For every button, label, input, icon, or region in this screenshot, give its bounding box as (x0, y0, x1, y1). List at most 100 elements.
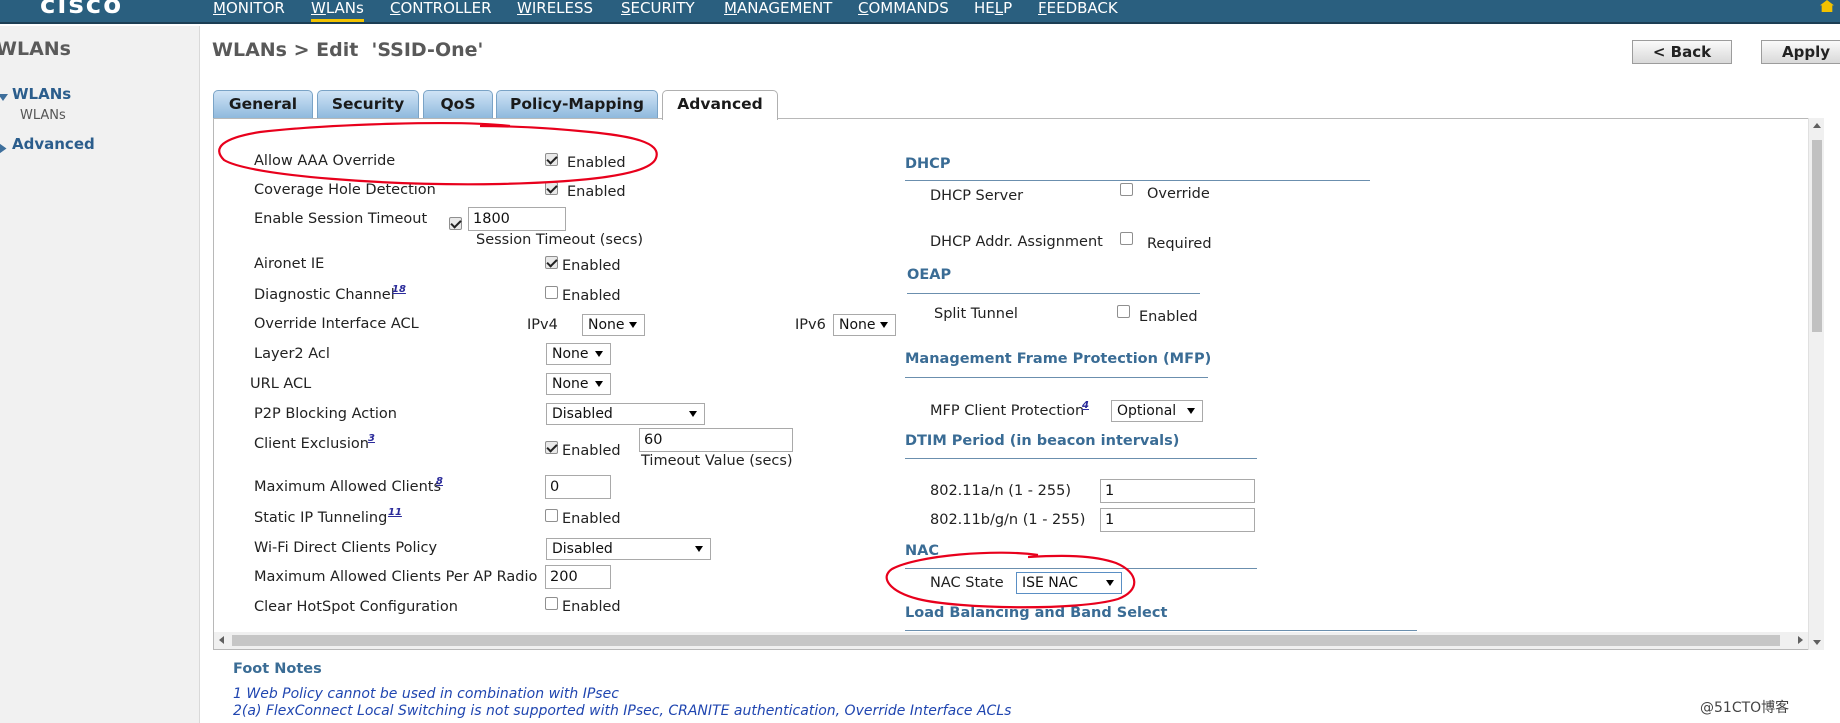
nav-wireless[interactable]: WIRELESS (517, 0, 593, 22)
vertical-scroll-thumb[interactable] (1812, 140, 1822, 332)
dtim-section-title: DTIM Period (in beacon intervals) (905, 433, 1180, 449)
ipv6-acl-select[interactable]: None (833, 314, 896, 336)
diagnostic-channel-checkbox[interactable] (545, 286, 558, 299)
section-divider (905, 458, 1257, 459)
split-tunnel-label: Split Tunnel (934, 306, 1018, 322)
expand-arrow-icon[interactable] (0, 94, 8, 101)
nav-help[interactable]: HELP (974, 0, 1012, 22)
nac-section-title: NAC (905, 543, 939, 559)
dhcp-required-checkbox[interactable] (1120, 232, 1133, 245)
session-timeout-label: Enable Session Timeout (254, 211, 428, 227)
vertical-scrollbar[interactable] (1808, 118, 1824, 650)
static-ip-text: Enabled (562, 511, 621, 527)
home-icon[interactable] (1820, 0, 1834, 12)
nac-state-select[interactable]: ISE NAC (1016, 572, 1122, 594)
client-exclusion-sublabel: Timeout Value (secs) (641, 453, 793, 469)
horizontal-scroll-thumb[interactable] (232, 635, 1780, 646)
wifi-direct-label: Wi-Fi Direct Clients Policy (254, 540, 438, 556)
ipv4-label: IPv4 (527, 317, 558, 333)
dtim-bg-input[interactable]: 1 (1100, 508, 1255, 532)
nav-management[interactable]: MANAGEMENT (724, 0, 832, 22)
diagnostic-channel-label: Diagnostic Channel (254, 287, 395, 303)
footnote-link[interactable]: 11 (388, 507, 402, 518)
scroll-right-icon[interactable] (1798, 636, 1803, 644)
collapse-arrow-icon[interactable] (0, 143, 7, 154)
cisco-logo: cisco (40, 0, 124, 20)
client-exclusion-timeout-input[interactable]: 60 (639, 428, 793, 452)
sidebar: WLANs WLANs WLANs Advanced (0, 26, 200, 723)
session-timeout-input[interactable]: 1800 (468, 207, 566, 231)
nav-controller[interactable]: CONTROLLER (390, 0, 492, 22)
max-per-radio-label: Maximum Allowed Clients Per AP Radio (254, 569, 538, 585)
chevron-down-icon (695, 546, 703, 552)
top-nav-bar: cisco MONITOR WLANs CONTROLLER WIRELESS … (0, 0, 1840, 24)
ipv4-acl-select[interactable]: None (582, 314, 645, 336)
load-balancing-section-title: Load Balancing and Band Select (905, 605, 1168, 621)
url-acl-select[interactable]: None (546, 373, 611, 395)
back-button[interactable]: < Back (1632, 40, 1732, 64)
session-timeout-checkbox[interactable] (449, 217, 462, 230)
layer2-acl-label: Layer2 Acl (254, 346, 330, 362)
wifi-direct-select[interactable]: Disabled (546, 538, 711, 560)
chevron-down-icon (595, 381, 603, 387)
nav-security[interactable]: SECURITY (621, 0, 695, 22)
nav-monitor[interactable]: MONITOR (213, 0, 285, 22)
dhcp-server-label: DHCP Server (930, 188, 1024, 204)
section-divider (905, 180, 1370, 181)
client-exclusion-text: Enabled (562, 443, 621, 459)
horizontal-scrollbar[interactable] (214, 632, 1808, 649)
footnote-link[interactable]: 4 (1082, 400, 1089, 411)
client-exclusion-checkbox[interactable] (545, 441, 558, 454)
coverage-hole-text: Enabled (567, 184, 626, 200)
footnote-link[interactable]: 8 (436, 476, 443, 487)
clear-hotspot-text: Enabled (562, 599, 621, 615)
allow-aaa-override-text: Enabled (567, 155, 626, 171)
mfp-client-select[interactable]: Optional (1111, 400, 1203, 422)
scroll-left-icon[interactable] (219, 636, 224, 644)
max-per-radio-input[interactable]: 200 (545, 565, 611, 589)
section-divider (905, 568, 1257, 569)
dtim-a-input[interactable]: 1 (1100, 479, 1255, 503)
footnote-link[interactable]: 18 (392, 284, 406, 295)
tab-qos[interactable]: QoS (423, 90, 493, 118)
dhcp-override-checkbox[interactable] (1120, 183, 1133, 196)
footnotes-title: Foot Notes (233, 661, 322, 677)
clear-hotspot-label: Clear HotSpot Configuration (254, 599, 458, 615)
p2p-blocking-label: P2P Blocking Action (254, 406, 397, 422)
section-divider (905, 377, 1208, 378)
sidebar-subitem-wlans[interactable]: WLANs (20, 108, 66, 123)
dhcp-section-title: DHCP (905, 156, 951, 172)
nav-commands[interactable]: COMMANDS (858, 0, 949, 22)
footnote-link[interactable]: 3 (368, 433, 375, 444)
max-clients-input[interactable]: 0 (545, 475, 611, 499)
scroll-up-icon[interactable] (1813, 123, 1821, 128)
clear-hotspot-checkbox[interactable] (545, 597, 558, 610)
allow-aaa-override-label: Allow AAA Override (254, 153, 396, 169)
tab-general[interactable]: General (213, 90, 313, 118)
scroll-down-icon[interactable] (1813, 640, 1821, 645)
split-tunnel-checkbox[interactable] (1117, 305, 1130, 318)
static-ip-checkbox[interactable] (545, 509, 558, 522)
chevron-down-icon (595, 351, 603, 357)
sidebar-item-wlans[interactable]: WLANs (12, 85, 71, 103)
footnote-item: 2(a) FlexConnect Local Switching is not … (233, 703, 1012, 719)
apply-button[interactable]: Apply (1761, 40, 1840, 64)
tab-advanced[interactable]: Advanced (662, 90, 778, 120)
watermark: @51CTO博客 (1700, 700, 1790, 716)
sidebar-item-advanced[interactable]: Advanced (12, 135, 95, 153)
dhcp-addr-label: DHCP Addr. Assignment (930, 234, 1103, 250)
nav-feedback[interactable]: FEEDBACK (1038, 0, 1118, 22)
aironet-ie-checkbox[interactable] (545, 256, 558, 269)
tab-policy-mapping[interactable]: Policy-Mapping (496, 90, 658, 118)
tab-security[interactable]: Security (317, 90, 419, 118)
chevron-down-icon (1106, 580, 1114, 586)
chevron-down-icon (629, 322, 637, 328)
footnote-item: 1 Web Policy cannot be used in combinati… (233, 686, 619, 702)
nav-wlans[interactable]: WLANs (311, 0, 364, 22)
layer2-acl-select[interactable]: None (546, 343, 611, 365)
section-divider (907, 293, 1200, 294)
allow-aaa-override-checkbox[interactable] (545, 153, 558, 166)
section-divider (905, 630, 1417, 631)
p2p-blocking-select[interactable]: Disabled (546, 403, 705, 425)
coverage-hole-checkbox[interactable] (545, 182, 558, 195)
